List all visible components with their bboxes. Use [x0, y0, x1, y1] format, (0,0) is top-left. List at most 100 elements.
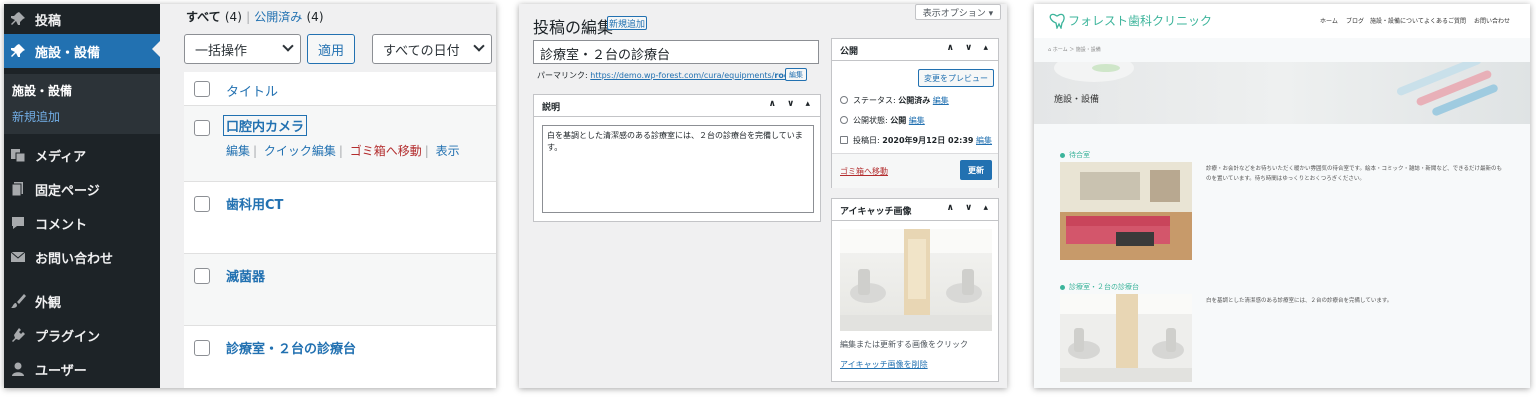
menu-item-pages[interactable]: 固定ページ [4, 174, 160, 204]
table-header: タイトル [184, 72, 496, 106]
section-text: 白を基調とした清潔感のある診療室には、２台の診療台を完備しています。 [1206, 298, 1393, 304]
chevron-down-icon [473, 40, 485, 52]
menu-item-plugins[interactable]: プラグイン [4, 320, 160, 350]
nav-faq[interactable]: よくあるご質問 [1424, 16, 1466, 25]
permalink-url[interactable]: https://demo.wp-forest.com/cura/equipmen… [590, 71, 800, 80]
row-title-link[interactable]: 口腔内カメラ [222, 115, 308, 136]
row-checkbox[interactable] [194, 268, 210, 284]
select-all-checkbox[interactable] [194, 81, 210, 97]
menu-label: 外観 [35, 295, 62, 311]
site-name: フォレスト歯科クリニック [1068, 14, 1213, 28]
post-edit-screen: 表示オプション ▾ 投稿の編集 新規追加 診療室・２台の診療台 パーマリンク: … [519, 4, 1007, 388]
description-box-header: 説明 ∧ ∨ ▴ [534, 95, 820, 117]
bullet-icon [1060, 152, 1065, 158]
visibility-label: 公開状態: [853, 116, 888, 125]
apply-button[interactable]: 適用 [307, 34, 355, 64]
date-edit-link[interactable]: 編集 [976, 136, 992, 145]
menu-label: コメント [35, 217, 88, 233]
section-title: 診療室・２台の診療台 [1060, 282, 1139, 292]
menu-item-appearance[interactable]: 外観 [4, 286, 160, 316]
status-label: ステータス: [853, 96, 896, 105]
permalink-edit-button[interactable]: 編集 [785, 68, 807, 81]
row-title-link[interactable]: 歯科用CT [226, 194, 283, 213]
user-icon [10, 361, 26, 377]
trash-link[interactable]: ゴミ箱へ移動 [840, 166, 888, 177]
menu-item-users[interactable]: ユーザー [4, 354, 160, 384]
add-new-button[interactable]: 新規追加 [607, 16, 647, 30]
date-label: 投稿日: [853, 136, 880, 145]
filter-all-count: (4) [224, 10, 242, 24]
visibility-line: 公開状態: 公開 編集 [840, 115, 925, 126]
status-line: ステータス: 公開済み 編集 [840, 95, 949, 106]
preview-button[interactable]: 変更をプレビュー [918, 69, 994, 87]
screen-options-button[interactable]: 表示オプション ▾ [915, 4, 1001, 20]
nav-home[interactable]: ホーム [1320, 16, 1338, 25]
menu-item-media[interactable]: メディア [4, 140, 160, 170]
breadcrumb: ⌂ ホーム ＞ 施設・設備 [1048, 47, 1101, 53]
column-title-header[interactable]: タイトル [226, 81, 278, 100]
trash-link[interactable]: ゴミ箱へ移動 [350, 144, 422, 158]
site-logo[interactable]: フォレスト歯科クリニック [1048, 12, 1212, 29]
section-text: 診療・お会計などをお待ちいただく暖かい雰囲気の待合室です。絵本・コミック・雑誌・… [1206, 166, 1502, 183]
box-controls[interactable]: ∧ ∨ ▴ [947, 203, 992, 213]
quick-edit-link[interactable]: クイック編集 [264, 144, 336, 158]
permalink: パーマリンク: https://demo.wp-forest.com/cura/… [537, 70, 800, 81]
status-edit-link[interactable]: 編集 [933, 96, 949, 105]
media-icon [10, 147, 26, 163]
menu-item-contact[interactable]: お問い合わせ [4, 242, 160, 272]
pin-icon [840, 96, 848, 104]
menu-item-posts[interactable]: 投稿 [4, 4, 160, 34]
submenu-add-new[interactable]: 新規追加 [12, 108, 60, 125]
featured-image[interactable] [840, 229, 992, 331]
post-title-input[interactable]: 診療室・２台の診療台 [533, 40, 819, 64]
menu-label: 施設・設備 [35, 45, 101, 61]
submenu: 施設・設備 新規追加 [4, 74, 160, 134]
permalink-url-prefix: https://demo.wp-forest.com/cura/equipmen… [590, 71, 775, 80]
treatment-room-photo [1060, 294, 1192, 382]
edit-link[interactable]: 編集 [226, 144, 250, 158]
description-textarea[interactable]: 白を基調とした清潔感のある診療室には、２台の診療台を完備しています。 [542, 125, 814, 213]
calendar-icon [840, 136, 848, 144]
row-title-link[interactable]: 滅菌器 [226, 266, 265, 285]
submenu-current[interactable]: 施設・設備 [12, 82, 72, 99]
visibility-value: 公開 [890, 116, 907, 125]
filter-all[interactable]: すべて [186, 10, 221, 24]
filter-separator: | [246, 10, 251, 24]
nav-facilities[interactable]: 施設・設備について [1370, 16, 1424, 25]
bulk-action-value: 一括操作 [195, 43, 248, 59]
date-filter-select[interactable]: すべての日付 [372, 34, 492, 64]
filter-published[interactable]: 公開済み [254, 10, 302, 24]
hero-title: 施設・設備 [1054, 95, 1100, 105]
menu-label: メディア [35, 149, 87, 165]
featured-image-box: アイキャッチ画像 ∧ ∨ ▴ 編集または更新する画像をクリック アイキャッチ画像… [831, 198, 999, 382]
status-value: 公開済み [898, 96, 931, 105]
visibility-edit-link[interactable]: 編集 [909, 116, 925, 125]
menu-label: お問い合わせ [35, 251, 114, 267]
box-controls[interactable]: ∧ ∨ ▴ [769, 99, 814, 109]
table-row: 口腔内カメラ 編集 | クイック編集 | ゴミ箱へ移動 | 表示 [184, 106, 496, 182]
nav-contact[interactable]: お問い合わせ [1474, 16, 1510, 25]
date-filter-value: すべての日付 [383, 43, 460, 59]
row-title-link[interactable]: 診療室・２台の診療台 [226, 338, 356, 357]
section-title-text: 診療室・２台の診療台 [1069, 283, 1139, 291]
admin-sidebar: 投稿 施設・設備 施設・設備 新規追加 メディア 固定ページ コメント お問い合… [4, 4, 160, 388]
view-link[interactable]: 表示 [436, 144, 460, 158]
menu-item-facilities[interactable]: 施設・設備 [4, 34, 160, 68]
nav-blog[interactable]: ブログ [1346, 16, 1364, 25]
row-checkbox[interactable] [194, 196, 210, 212]
table-row: 歯科用CT [184, 182, 496, 254]
pin-icon [10, 43, 26, 59]
remove-featured-link[interactable]: アイキャッチ画像を削除 [840, 359, 928, 370]
update-button[interactable]: 更新 [960, 160, 992, 180]
page-icon [10, 181, 26, 197]
row-checkbox[interactable] [194, 120, 210, 136]
publish-box-header: 公開 ∧ ∨ ▴ [832, 39, 998, 61]
publish-box-title: 公開 [840, 47, 859, 57]
menu-item-comments[interactable]: コメント [4, 208, 160, 238]
table-row: 滅菌器 [184, 254, 496, 326]
description-box-title: 説明 [542, 103, 561, 113]
publish-actions: ゴミ箱へ移動 更新 [832, 153, 998, 188]
box-controls[interactable]: ∧ ∨ ▴ [947, 43, 992, 53]
bulk-action-select[interactable]: 一括操作 [184, 34, 301, 64]
row-checkbox[interactable] [194, 340, 210, 356]
